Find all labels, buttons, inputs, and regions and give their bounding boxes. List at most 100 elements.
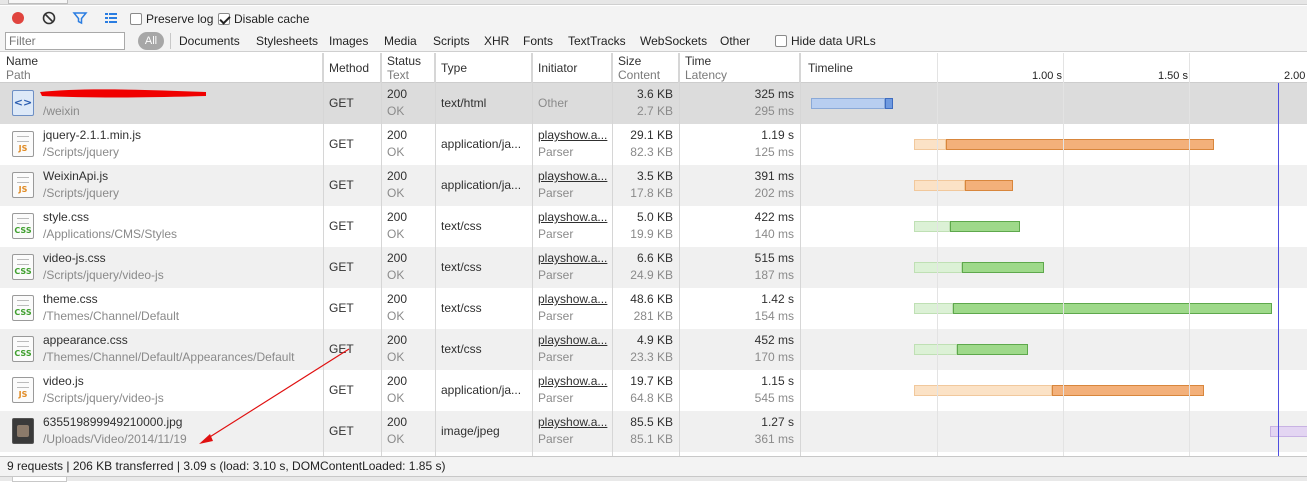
column-divider[interactable] (323, 53, 324, 456)
filter-images[interactable]: Images (329, 34, 368, 48)
column-divider[interactable] (800, 53, 801, 456)
filter-stylesheets[interactable]: Stylesheets (256, 34, 318, 48)
request-name: video-js.css (43, 251, 106, 265)
top-tab[interactable] (8, 0, 68, 4)
filter-fonts[interactable]: Fonts (523, 34, 553, 48)
request-initiator-detail: Parser (538, 350, 574, 364)
preserve-log-box[interactable] (130, 12, 142, 25)
timeline-bar-waiting (1269, 426, 1307, 437)
request-path: /Scripts/jquery (43, 186, 120, 200)
filter-scripts[interactable]: Scripts (433, 34, 470, 48)
request-latency: 154 ms (754, 309, 794, 323)
header-status[interactable]: Status Text (381, 53, 435, 83)
request-initiator-link[interactable]: playshow.a... (538, 414, 607, 431)
request-row[interactable]: CSS style.css /Applications/CMS/Styles G… (0, 206, 1307, 247)
filter-all-button[interactable]: All (138, 32, 164, 50)
header-time-label: Time (685, 54, 712, 68)
request-time-cell: 1.19 s 125 ms (679, 124, 800, 165)
request-initiator-link[interactable]: playshow.a... (538, 168, 607, 185)
timeline-gridline (1063, 53, 1064, 456)
clear-icon[interactable] (41, 10, 57, 26)
header-latency-label: Latency (685, 68, 728, 82)
header-method[interactable]: Method (323, 53, 381, 83)
filter-media[interactable]: Media (384, 34, 417, 48)
request-status-text: OK (387, 391, 405, 405)
timeline-bar-waiting (914, 221, 950, 232)
disable-cache-checkbox[interactable]: Disable cache (218, 11, 309, 26)
header-type[interactable]: Type (435, 53, 532, 83)
request-status: 200 (387, 128, 408, 142)
request-method: GET (329, 260, 354, 274)
header-name[interactable]: Name Path (0, 53, 323, 83)
request-name-cell: 635519899949210000.jpg /Uploads/Video/20… (37, 411, 323, 452)
request-time: 452 ms (754, 333, 794, 347)
filter-input[interactable] (5, 32, 125, 50)
request-initiator-link[interactable]: playshow.a... (538, 209, 607, 226)
column-divider[interactable] (435, 53, 436, 456)
timeline-tick-3: 2.00 (1284, 70, 1306, 82)
filter-icon[interactable] (72, 10, 88, 26)
request-initiator-cell: playshow.a... Parser (532, 329, 612, 370)
request-latency: 361 ms (754, 432, 794, 446)
column-divider[interactable] (612, 53, 613, 456)
load-event-line (1278, 83, 1279, 456)
record-icon[interactable] (10, 10, 26, 26)
request-row[interactable]: CSS theme.css /Themes/Channel/Default GE… (0, 288, 1307, 329)
request-type: text/css (441, 219, 482, 233)
request-status-cell: 200 OK (381, 411, 435, 452)
disable-cache-box[interactable] (218, 12, 230, 25)
request-initiator-link[interactable]: playshow.a... (538, 250, 607, 267)
header-name-label: Name (6, 54, 39, 68)
request-size-cell: 3.6 KB 2.7 KB (612, 83, 679, 124)
request-initiator-link[interactable]: playshow.a... (538, 332, 607, 349)
request-size: 29.1 KB (630, 128, 673, 142)
column-divider[interactable] (679, 53, 680, 456)
filter-websockets[interactable]: WebSockets (640, 34, 707, 48)
request-status: 200 (387, 292, 408, 306)
list-view-icon[interactable] (103, 10, 119, 26)
request-method: GET (329, 424, 354, 438)
header-size[interactable]: Size Content (612, 53, 679, 83)
request-status-cell: 200 OK (381, 329, 435, 370)
request-initiator-link[interactable]: playshow.a... (538, 373, 607, 390)
request-row[interactable]: JS WeixinApi.js /Scripts/jquery GET 200 … (0, 165, 1307, 206)
request-time-cell: 1.27 s 361 ms (679, 411, 800, 452)
column-divider[interactable] (532, 53, 533, 456)
request-type: application/ja... (441, 137, 522, 151)
request-row[interactable]: JS video.js /Scripts/jquery/video-js GET… (0, 370, 1307, 411)
preserve-log-checkbox[interactable]: Preserve log (130, 11, 213, 26)
filter-documents[interactable]: Documents (179, 34, 240, 48)
timeline-bar-waiting (914, 262, 963, 273)
header-status-label: Status (387, 54, 422, 68)
timeline-bar-receiving (1051, 385, 1205, 396)
request-path: /Scripts/jquery/video-js (43, 391, 164, 405)
request-initiator-cell: playshow.a... Parser (532, 165, 612, 206)
request-time: 1.15 s (761, 374, 794, 388)
request-row[interactable]: JS jquery-2.1.1.min.js /Scripts/jquery G… (0, 124, 1307, 165)
filter-texttracks[interactable]: TextTracks (568, 34, 626, 48)
request-time: 391 ms (754, 169, 794, 183)
request-row[interactable]: CSS appearance.css /Themes/Channel/Defau… (0, 329, 1307, 370)
request-time: 325 ms (754, 87, 794, 101)
request-initiator-link[interactable]: playshow.a... (538, 291, 607, 308)
filter-other[interactable]: Other (720, 34, 750, 48)
request-initiator-link[interactable]: playshow.a... (538, 127, 607, 144)
js-file-icon: JS (12, 172, 34, 198)
request-row[interactable]: 635519899949210000.jpg /Uploads/Video/20… (0, 411, 1307, 452)
hide-data-urls-box[interactable] (775, 34, 787, 47)
request-latency: 545 ms (754, 391, 794, 405)
request-initiator-detail: Parser (538, 186, 574, 200)
request-time-cell: 1.15 s 545 ms (679, 370, 800, 411)
network-table-header: Name Path Method Status Text Type Initia… (0, 53, 1307, 83)
header-initiator[interactable]: Initiator (532, 53, 612, 83)
bottom-tab[interactable] (12, 477, 67, 482)
request-method: GET (329, 96, 354, 110)
header-time[interactable]: Time Latency (679, 53, 800, 83)
request-row[interactable]: CSS video-js.css /Scripts/jquery/video-j… (0, 247, 1307, 288)
request-type: application/ja... (441, 178, 522, 192)
timeline-bar-receiving (953, 303, 1273, 314)
hide-data-urls-checkbox[interactable]: Hide data URLs (775, 33, 876, 48)
filter-xhr[interactable]: XHR (484, 34, 509, 48)
column-divider[interactable] (381, 53, 382, 456)
request-status-text: OK (387, 227, 405, 241)
